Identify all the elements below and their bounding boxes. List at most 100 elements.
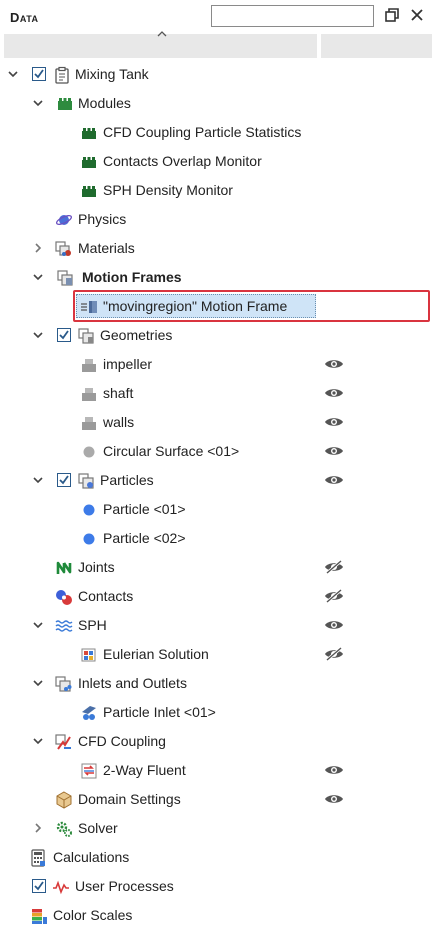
tree-item-mixing-tank[interactable]: Mixing Tank bbox=[0, 60, 432, 89]
tree-item-label: SPH Density Monitor bbox=[103, 182, 233, 198]
module-icon bbox=[82, 128, 96, 139]
tree-item-materials[interactable]: Materials bbox=[0, 234, 432, 263]
tree-item-label: Contacts bbox=[78, 588, 134, 604]
tree-item-label: "movingregion" Motion Frame bbox=[103, 298, 288, 314]
eye-hidden-icon[interactable] bbox=[324, 647, 344, 661]
panel-title: Data bbox=[10, 10, 39, 25]
tree-item-sph-density-monitor[interactable]: SPH Density Monitor bbox=[0, 176, 432, 205]
tree-item-label: Particles bbox=[100, 472, 154, 488]
tree-item-user-processes[interactable]: User Processes bbox=[0, 872, 432, 901]
tree-item-eulerian-solution[interactable]: Eulerian Solution bbox=[0, 640, 432, 669]
sph-icon bbox=[55, 620, 73, 632]
tree-item-label: Circular Surface <01> bbox=[103, 443, 240, 459]
solver-icon bbox=[56, 821, 72, 837]
eye-icon[interactable] bbox=[324, 763, 344, 777]
tree-item-motion-frames[interactable]: Motion Frames bbox=[0, 263, 432, 292]
tree-item-contacts-overlap-monitor[interactable]: Contacts Overlap Monitor bbox=[0, 147, 432, 176]
chevron-down-icon[interactable] bbox=[32, 329, 44, 341]
search-input[interactable] bbox=[211, 5, 374, 27]
tree-item-label: Inlets and Outlets bbox=[78, 675, 187, 691]
joints-icon bbox=[56, 561, 72, 574]
chevron-down-icon[interactable] bbox=[32, 619, 44, 631]
tree-item-domain-settings[interactable]: Domain Settings bbox=[0, 785, 432, 814]
visibility-checkbox[interactable] bbox=[57, 473, 71, 487]
particle-dot-icon bbox=[83, 533, 95, 545]
modules-icon bbox=[58, 98, 72, 110]
geometries-icon bbox=[78, 328, 94, 344]
tree-item-label: Particle <01> bbox=[103, 501, 186, 517]
eye-icon[interactable] bbox=[324, 357, 344, 371]
eye-icon[interactable] bbox=[324, 444, 344, 458]
column-header-name[interactable] bbox=[4, 31, 317, 58]
tree-item-label: Joints bbox=[78, 559, 115, 575]
chevron-down-icon[interactable] bbox=[7, 68, 19, 80]
tree-item-solver[interactable]: Solver bbox=[0, 814, 432, 843]
particle-dot-icon bbox=[83, 504, 95, 516]
chevron-down-icon[interactable] bbox=[32, 97, 44, 109]
tree-item-2-way-fluent[interactable]: 2-Way Fluent bbox=[0, 756, 432, 785]
tree-item-color-scales[interactable]: Color Scales bbox=[0, 901, 432, 930]
tree-item-cfd-coupling-particle-statistics[interactable]: CFD Coupling Particle Statistics bbox=[0, 118, 432, 147]
tree-item-circular-surface[interactable]: Circular Surface <01> bbox=[0, 437, 432, 466]
restore-window-icon[interactable] bbox=[383, 6, 401, 24]
geometry-icon bbox=[82, 359, 96, 372]
eye-icon[interactable] bbox=[324, 473, 344, 487]
tree-item-label: CFD Coupling Particle Statistics bbox=[103, 124, 302, 140]
eye-icon[interactable] bbox=[324, 792, 344, 806]
chevron-right-icon[interactable] bbox=[32, 242, 44, 254]
color-scales-icon bbox=[32, 909, 47, 924]
column-header-visibility[interactable] bbox=[321, 34, 432, 58]
eye-icon[interactable] bbox=[324, 386, 344, 400]
tree-item-movingregion-motion-frame[interactable]: "movingregion" Motion Frame bbox=[0, 290, 432, 322]
domain-settings-icon bbox=[56, 791, 72, 809]
tree-item-label: Contacts Overlap Monitor bbox=[103, 153, 262, 169]
tree-item-particle-02[interactable]: Particle <02> bbox=[0, 524, 432, 553]
close-icon[interactable] bbox=[408, 6, 426, 24]
visibility-checkbox[interactable] bbox=[32, 879, 46, 893]
tree-item-inlets-and-outlets[interactable]: Inlets and Outlets bbox=[0, 669, 432, 698]
panel-header: Data bbox=[0, 0, 432, 34]
module-icon bbox=[82, 186, 96, 197]
cfd-coupling-icon bbox=[55, 734, 71, 750]
chevron-down-icon[interactable] bbox=[32, 474, 44, 486]
tree-item-calculations[interactable]: Calculations bbox=[0, 843, 432, 872]
tree-item-label: User Processes bbox=[75, 878, 174, 894]
visibility-checkbox[interactable] bbox=[32, 67, 46, 81]
module-icon bbox=[82, 157, 96, 168]
inlets-icon bbox=[55, 676, 72, 692]
chevron-down-icon[interactable] bbox=[32, 271, 44, 283]
tree-item-sph[interactable]: SPH bbox=[0, 611, 432, 640]
tree-item-impeller[interactable]: impeller bbox=[0, 350, 432, 379]
tree-item-shaft[interactable]: shaft bbox=[0, 379, 432, 408]
circle-surface-icon bbox=[83, 446, 95, 458]
motion-frames-icon bbox=[57, 270, 73, 286]
eye-icon[interactable] bbox=[324, 415, 344, 429]
tree-item-particles[interactable]: Particles bbox=[0, 466, 432, 495]
chevron-right-icon[interactable] bbox=[32, 822, 44, 834]
tree-item-cfd-coupling[interactable]: CFD Coupling bbox=[0, 727, 432, 756]
materials-icon bbox=[55, 241, 71, 256]
tree-item-label: walls bbox=[103, 414, 135, 430]
eye-hidden-icon[interactable] bbox=[324, 589, 344, 603]
tree-item-physics[interactable]: Physics bbox=[0, 205, 432, 234]
tree-item-walls[interactable]: walls bbox=[0, 408, 432, 437]
tree-item-label: Color Scales bbox=[53, 907, 133, 923]
tree-item-particle-inlet-01[interactable]: Particle Inlet <01> bbox=[0, 698, 432, 727]
tree-item-geometries[interactable]: Geometries bbox=[0, 321, 432, 350]
tree-item-particle-01[interactable]: Particle <01> bbox=[0, 495, 432, 524]
tree-item-modules[interactable]: Modules bbox=[0, 89, 432, 118]
tree-item-label: 2-Way Fluent bbox=[103, 762, 186, 778]
particles-icon bbox=[78, 473, 94, 489]
tree-item-label: Calculations bbox=[53, 849, 130, 865]
eye-hidden-icon[interactable] bbox=[324, 560, 344, 574]
tree-item-joints[interactable]: Joints bbox=[0, 553, 432, 582]
eulerian-icon bbox=[81, 648, 96, 662]
chevron-down-icon[interactable] bbox=[32, 677, 44, 689]
fluent-icon bbox=[81, 763, 97, 779]
geometry-icon bbox=[82, 417, 96, 430]
tree-item-contacts[interactable]: Contacts bbox=[0, 582, 432, 611]
chevron-down-icon[interactable] bbox=[32, 735, 44, 747]
sort-up-icon bbox=[157, 31, 167, 37]
eye-icon[interactable] bbox=[324, 618, 344, 632]
visibility-checkbox[interactable] bbox=[57, 328, 71, 342]
